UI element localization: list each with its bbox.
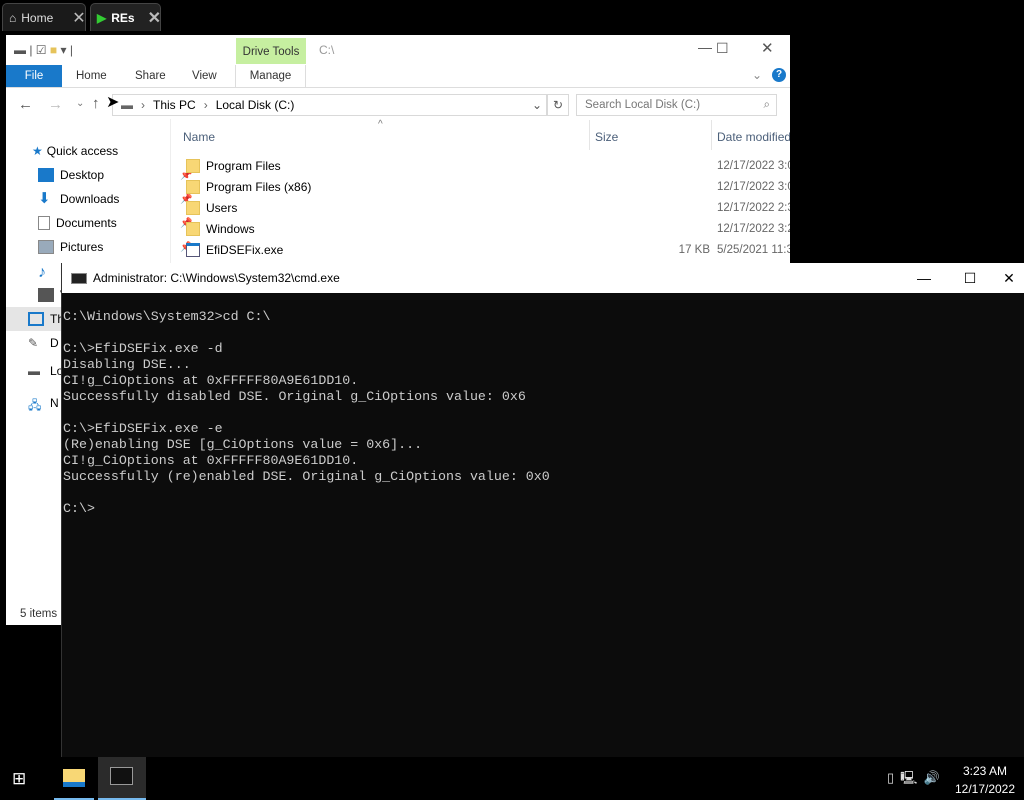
folder-icon	[186, 179, 200, 194]
document-icon	[38, 216, 50, 230]
command-prompt-window: Administrator: C:\Windows\System32\cmd.e…	[61, 263, 1024, 757]
nav-desktop[interactable]: Desktop 📌	[38, 163, 208, 187]
terminal-line: C:\>EfiDSEFix.exe -e	[63, 421, 223, 436]
terminal-line: C:\Windows\System32>cd C:\	[63, 309, 271, 324]
terminal-line: (Re)enabling DSE [g_CiOptions value = 0x…	[63, 437, 423, 452]
window-title: C:\	[319, 43, 335, 57]
cmd-icon	[71, 272, 87, 284]
network-icon: 🖧	[28, 398, 42, 412]
tab-res[interactable]: ▶ REs ✕	[90, 3, 161, 31]
column-header-date[interactable]: Date modified	[717, 130, 790, 144]
close-icon[interactable]: ✕	[148, 8, 161, 28]
search-input[interactable]: Search Local Disk (C:) ⌕	[576, 94, 777, 116]
file-row[interactable]: Users 12/17/2022 2:3	[184, 197, 790, 218]
file-row[interactable]: Program Files 12/17/2022 3:0	[184, 155, 790, 176]
desktop-icon	[38, 168, 54, 182]
minimize-button[interactable]: —	[698, 39, 712, 55]
clock[interactable]: 3:23 AM 12/17/2022	[950, 762, 1020, 798]
sort-ascending-icon: ^	[378, 119, 383, 130]
minimize-button[interactable]: —	[901, 263, 947, 293]
forward-button[interactable]: →	[48, 96, 63, 113]
home-icon: ⌂	[9, 10, 17, 25]
close-button[interactable]: ✕	[993, 263, 1024, 293]
nav-pictures[interactable]: Pictures📌	[38, 235, 208, 259]
close-button[interactable]: ✕	[761, 39, 774, 57]
close-icon[interactable]: ✕	[72, 8, 85, 28]
star-icon: ★	[32, 144, 43, 158]
maximize-button[interactable]: ☐	[716, 40, 729, 57]
terminal-line: CI!g_CiOptions at 0xFFFFF80A9E61DD10.	[63, 373, 359, 388]
windows-start-button[interactable]: ⊞	[12, 769, 26, 789]
drive-tools-label: Drive Tools	[236, 38, 306, 64]
nav-documents[interactable]: Documents📌	[38, 211, 208, 235]
address-bar[interactable]: ▬ › This PC › Local Disk (C:) ⌄	[112, 94, 547, 116]
terminal-line: CI!g_CiOptions at 0xFFFFF80A9E61DD10.	[63, 453, 359, 468]
file-row[interactable]: Program Files (x86) 12/17/2022 3:0	[184, 176, 790, 197]
ribbon-tab-share[interactable]: Share	[121, 65, 180, 87]
quick-access-toolbar[interactable]: ▬ | ☑ ■ ▾ |	[14, 43, 73, 57]
terminal-line: Successfully (re)enabled DSE. Original g…	[63, 469, 550, 484]
breadcrumb-this-pc[interactable]: This PC	[153, 98, 196, 112]
expand-ribbon-icon[interactable]: ⌄	[752, 68, 762, 82]
help-icon[interactable]: ?	[772, 68, 786, 82]
file-row[interactable]: Windows 12/17/2022 3:2	[184, 218, 790, 239]
nav-quick-access[interactable]: ★ Quick access	[32, 139, 202, 163]
executable-icon	[186, 242, 200, 257]
folder-icon	[186, 221, 200, 236]
terminal-line: C:\>EfiDSEFix.exe -d	[63, 341, 223, 356]
network-icon[interactable]: 🖳	[900, 770, 923, 785]
breadcrumb-local-disk[interactable]: Local Disk (C:)	[216, 98, 295, 112]
pictures-icon	[38, 240, 54, 254]
refresh-button[interactable]: ↻	[547, 94, 569, 116]
title-bar[interactable]: Administrator: C:\Windows\System32\cmd.e…	[62, 263, 1024, 293]
taskbar-file-explorer[interactable]	[54, 757, 94, 800]
window-title: Administrator: C:\Windows\System32\cmd.e…	[93, 271, 340, 285]
terminal-output[interactable]: C:\Windows\System32>cd C:\ C:\>EfiDSEFix.…	[62, 293, 1024, 517]
file-row[interactable]: EfiDSEFix.exe 17 KB 5/25/2021 11:3	[184, 239, 790, 260]
ribbon-tab-view[interactable]: View	[178, 65, 231, 87]
taskbar: ⊞ ▯🖳🔊 3:23 AM 12/17/2022	[0, 757, 1024, 800]
ribbon-tab-file[interactable]: File	[6, 65, 62, 87]
maximize-button[interactable]: ☐	[947, 263, 993, 293]
drive-icon: ▬	[28, 364, 40, 378]
mouse-cursor-icon: ➤	[106, 94, 120, 111]
cmd-icon	[110, 767, 133, 785]
folder-icon	[186, 200, 200, 215]
tab-home[interactable]: ⌂ Home ✕	[2, 3, 86, 31]
usb-icon[interactable]: ▯	[887, 770, 900, 785]
computer-icon	[28, 312, 44, 326]
nav-downloads[interactable]: ⬇ Downloads 📌	[38, 187, 208, 211]
column-header-size[interactable]: Size	[595, 130, 618, 144]
terminal-line: Successfully disabled DSE. Original g_Ci…	[63, 389, 526, 404]
taskbar-cmd[interactable]	[98, 757, 146, 800]
terminal-line: C:\>	[63, 501, 95, 516]
folder-icon	[63, 769, 85, 787]
system-tray[interactable]: ▯🖳🔊	[887, 769, 946, 791]
drive-icon: ▬	[121, 98, 133, 112]
ribbon-tab-manage[interactable]: Manage	[235, 65, 306, 87]
video-icon	[38, 288, 54, 302]
folder-icon	[186, 158, 200, 173]
status-item-count: 5 items	[20, 608, 58, 620]
recent-locations-icon[interactable]: ⌄	[76, 98, 84, 109]
vm-icon: ▶	[97, 10, 107, 25]
search-icon: ⌕	[763, 99, 770, 111]
chevron-down-icon[interactable]: ⌄	[532, 98, 542, 112]
ribbon-tab-home[interactable]: Home	[62, 65, 121, 87]
terminal-line: Disabling DSE...	[63, 357, 191, 372]
volume-icon[interactable]: 🔊	[924, 770, 946, 785]
back-button[interactable]: ←	[18, 96, 33, 113]
download-icon: ⬇	[38, 190, 51, 207]
music-icon: ♪	[38, 264, 46, 281]
usb-drive-icon: ✎	[28, 336, 39, 350]
up-button[interactable]: ↑	[92, 95, 100, 112]
column-header-name[interactable]: Name	[183, 130, 215, 144]
